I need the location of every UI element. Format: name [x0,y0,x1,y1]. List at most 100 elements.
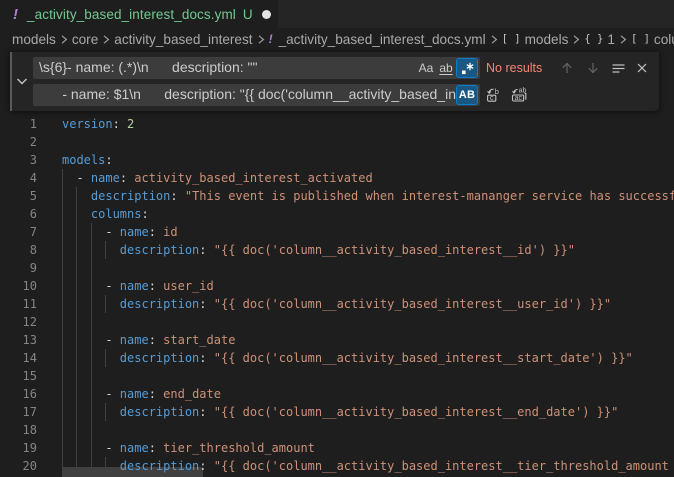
arrow-down-icon [586,61,600,75]
code-line-16[interactable]: 16 - name: end_date [0,385,674,403]
breadcrumb-label: 1 [607,32,615,47]
close-icon [635,61,649,75]
code-line-2[interactable]: 2 [0,133,674,151]
tab-active-file[interactable]: ! _activity_based_interest_docs.yml U [0,0,278,28]
code-line-19[interactable]: 19 - name: tier_threshold_amount [0,439,674,457]
line-number: 4 [0,169,37,187]
code-line-4[interactable]: 4 - name: activity_based_interest_activa… [0,169,674,187]
line-number: 1 [0,115,37,133]
editor-code-area[interactable]: 1 version: 223models:4 - name: activity_b… [0,50,674,477]
preserve-case-toggle[interactable]: AB [456,85,478,105]
breadcrumb-item-core[interactable]: core [72,32,98,47]
yaml-file-icon: ! [13,7,18,22]
indent-guide [91,421,92,439]
symbol-object-icon: { } [584,33,603,45]
replace-all-button[interactable]: ab ac [509,85,529,105]
chevron-right-icon [101,33,111,46]
replace-button[interactable]: b c [483,85,503,105]
breadcrumb-label: columns [654,32,674,47]
selection-icon [611,61,626,76]
git-status-badge: U [243,7,253,22]
line-number: 17 [0,403,37,421]
code-line-6[interactable]: 6 columns: [0,205,674,223]
indent-guide [62,259,63,277]
line-number: 18 [0,421,37,439]
code-line-20[interactable]: 20 description: "{{ doc('column__activit… [0,457,674,475]
breadcrumb-separator [59,33,69,46]
code-line-11[interactable]: 11 description: "{{ doc('column__activit… [0,295,674,313]
breadcrumb-item-columns[interactable]: [ ] columns [631,32,674,47]
code-text: - name: user_id [62,277,214,295]
code-line-14[interactable]: 14 description: "{{ doc('column__activit… [0,349,674,367]
breadcrumb-item-activity_based_interest[interactable]: activity_based_interest [114,32,252,47]
breadcrumb-separator [571,33,581,46]
code-line-9[interactable]: 9 [0,259,674,277]
svg-text:c: c [490,93,494,102]
indent-guide [91,367,92,385]
find-replace-widget: \s{6}- name: (.*)\n description: "" Aa a… [10,52,659,111]
breadcrumb-item-1[interactable]: { } 1 [584,32,615,47]
breadcrumb-label: core [72,32,98,47]
replace-input[interactable]: - name: $1\n description: "{{ doc('colum… [33,84,480,106]
find-input[interactable]: \s{6}- name: (.*)\n description: "" Aa a… [33,57,480,79]
find-input-value: \s{6}- name: (.*)\n description: "" [39,57,408,79]
tab-filename: _activity_based_interest_docs.yml [27,7,236,22]
breadcrumb-label: models [12,32,56,47]
breadcrumb-label: activity_based_interest [114,32,252,47]
code-line-18[interactable]: 18 [0,421,674,439]
code-line-13[interactable]: 13 - name: start_date [0,331,674,349]
breadcrumb-separator [618,33,628,46]
chevron-right-icon [571,33,581,46]
chevron-down-icon [15,74,29,88]
tab-bar: ! _activity_based_interest_docs.yml U [0,0,674,28]
breadcrumb-item-_activity_based_interest_docs.yml[interactable]: !_activity_based_interest_docs.yml [269,32,486,47]
find-results-count: No results [486,57,542,79]
code-line-17[interactable]: 17 description: "{{ doc('column__activit… [0,403,674,421]
indent-guide [91,313,92,331]
line-number: 19 [0,439,37,457]
code-text: version: 2 [62,115,134,133]
regex-icon [460,61,475,76]
breadcrumb-label: models [525,32,569,47]
code-line-8[interactable]: 8 description: "{{ doc('column__activity… [0,241,674,259]
chevron-right-icon [489,33,499,46]
svg-text:b: b [495,87,499,96]
code-text: - name: id [62,223,178,241]
code-line-15[interactable]: 15 [0,367,674,385]
indent-guide [62,313,63,331]
svg-text:ac: ac [515,95,523,102]
breadcrumb-item-models[interactable]: [ ] models [502,32,569,47]
whole-word-toggle[interactable]: ab [436,58,456,78]
line-number: 15 [0,367,37,385]
previous-match-button[interactable] [557,58,577,78]
code-line-10[interactable]: 10 - name: user_id [0,277,674,295]
toggle-replace-button[interactable] [14,73,30,89]
symbol-array-icon: [ ] [502,33,521,45]
code-text: - name: activity_based_interest_activate… [62,169,373,187]
code-line-5[interactable]: 5 description: "This event is published … [0,187,674,205]
code-line-3[interactable]: 3models: [0,151,674,169]
breadcrumb-label: _activity_based_interest_docs.yml [279,32,486,47]
breadcrumb-item-models[interactable]: models [12,32,56,47]
arrow-up-icon [560,61,574,75]
modified-indicator-dot[interactable] [262,10,271,19]
code-line-1[interactable]: 1 version: 2 [0,115,674,133]
find-widget-resize-sash[interactable] [10,52,12,111]
symbol-array-icon: [ ] [631,33,650,45]
find-in-selection-button[interactable] [608,58,628,78]
next-match-button[interactable] [583,58,603,78]
close-find-widget-button[interactable] [632,58,652,78]
code-text: - name: start_date [62,331,235,349]
code-text: description: "{{ doc('column__activity_b… [62,349,633,367]
line-number: 5 [0,187,37,205]
preserve-case-icon: AB [459,90,476,101]
code-line-12[interactable]: 12 [0,313,674,331]
match-case-toggle[interactable]: Aa [416,58,436,78]
breadcrumb-separator [101,33,111,46]
code-line-7[interactable]: 7 - name: id [0,223,674,241]
code-text: models: [62,151,113,169]
svg-text:ab: ab [519,87,527,94]
regex-toggle[interactable] [456,58,478,78]
code-text: columns: [62,205,149,223]
indent-guide [62,367,63,385]
